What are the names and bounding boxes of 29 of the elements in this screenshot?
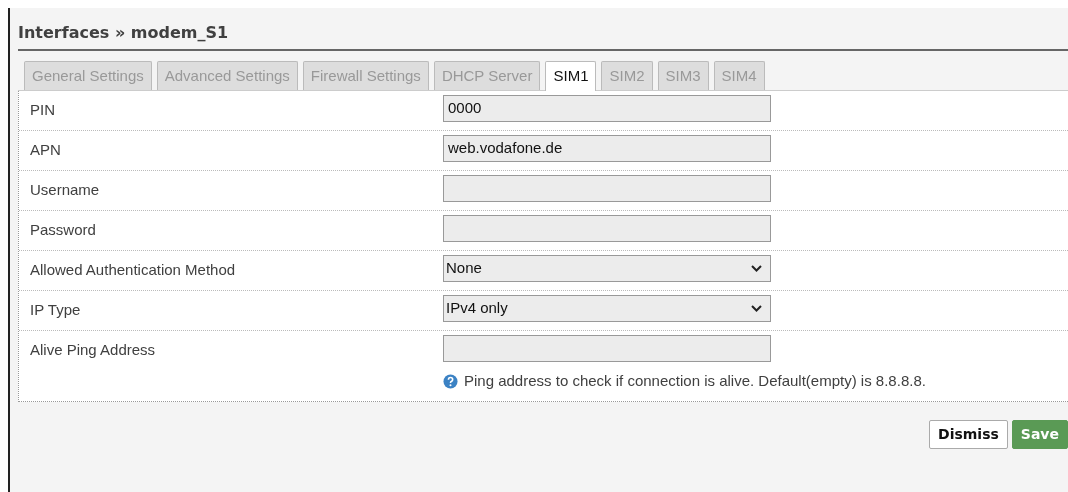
- help-icon: [443, 373, 458, 389]
- dismiss-button[interactable]: Dismiss: [929, 419, 1008, 449]
- chevron-down-icon: [751, 305, 762, 312]
- select-field[interactable]: IPv4 only: [443, 295, 771, 322]
- tab[interactable]: Advanced Settings: [156, 61, 298, 90]
- tab[interactable]: SIM4: [713, 61, 765, 90]
- field-label: APN: [29, 140, 62, 160]
- input-field[interactable]: [443, 215, 771, 242]
- field-label: Password: [29, 220, 97, 240]
- input-field[interactable]: web.vodafone.de: [443, 135, 771, 162]
- save-button[interactable]: Save: [1011, 419, 1068, 449]
- tab[interactable]: SIM1: [545, 61, 597, 91]
- select-field[interactable]: None: [443, 255, 771, 282]
- tab[interactable]: General Settings: [24, 61, 152, 90]
- field-label: Alive Ping Address: [29, 340, 157, 360]
- tab[interactable]: SIM2: [601, 61, 653, 90]
- chevron-down-icon: [751, 265, 762, 272]
- input-field[interactable]: [443, 335, 771, 362]
- field-label: Username: [29, 180, 101, 200]
- help-text: Ping address to check if connection is alive. Default(empty) is 8.8.8.8.: [464, 371, 926, 391]
- field-label: IP Type: [29, 300, 82, 320]
- tab[interactable]: SIM3: [657, 61, 709, 90]
- input-field[interactable]: 0000: [443, 95, 771, 122]
- input-field[interactable]: [443, 175, 771, 202]
- tab[interactable]: DHCP Server: [433, 61, 541, 90]
- field-label: PIN: [29, 100, 56, 120]
- tab[interactable]: Firewall Settings: [302, 61, 429, 90]
- field-label: Allowed Authentication Method: [29, 260, 237, 280]
- page-title: Interfaces » modem_S1: [18, 21, 1068, 51]
